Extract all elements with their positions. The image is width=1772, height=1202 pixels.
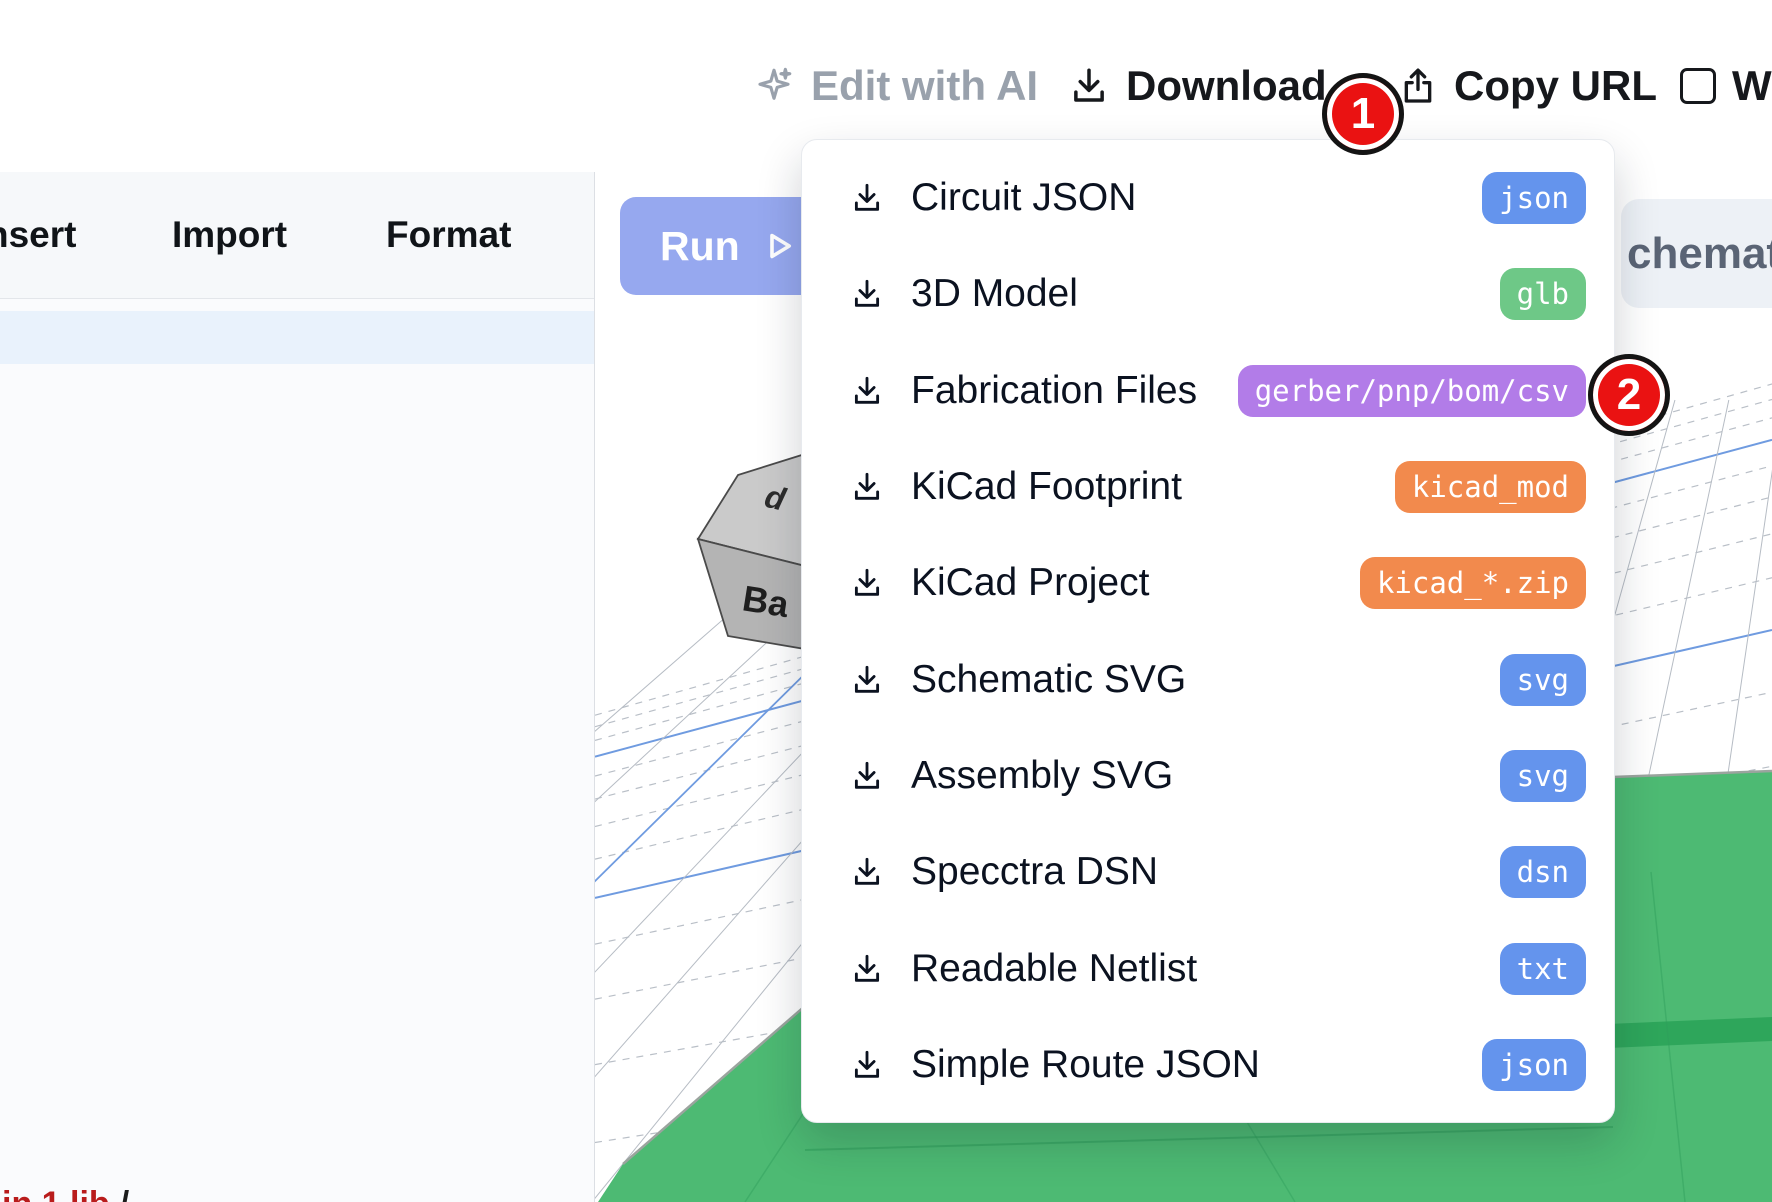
file-format-badge: dsn — [1500, 846, 1586, 898]
download-icon — [850, 855, 884, 889]
download-menu-item-fabrication-files[interactable]: Fabrication Files gerber/pnp/bom/csv — [802, 343, 1614, 439]
step-badge-2: 2 — [1588, 354, 1670, 436]
tab-schematic[interactable]: chemati — [1621, 199, 1772, 308]
code-editor-panel[interactable]: nsert Import Format in 1 lib/ — [0, 172, 595, 1202]
sparkle-icon — [753, 65, 795, 107]
file-format-badge: kicad_*.zip — [1360, 557, 1586, 609]
file-format-badge: json — [1482, 1039, 1586, 1091]
file-format-badge: txt — [1500, 943, 1586, 995]
download-menu-item-3d-model[interactable]: 3D Model glb — [802, 246, 1614, 342]
download-menu-item-label: Specctra DSN — [911, 850, 1158, 894]
file-format-badge: gerber/pnp/bom/csv — [1238, 365, 1586, 417]
download-dropdown-menu: Circuit JSON json 3D Model glb Fabricati… — [801, 139, 1615, 1123]
download-icon — [850, 759, 884, 793]
download-menu-item-specctra-dsn[interactable]: Specctra DSN dsn — [802, 824, 1614, 920]
file-format-badge: glb — [1500, 268, 1586, 320]
file-format-badge: kicad_mod — [1395, 461, 1586, 513]
webview-toggle[interactable]: We — [1680, 0, 1772, 172]
editor-highlighted-line[interactable] — [0, 311, 594, 364]
box-front-label: Ba — [740, 577, 793, 625]
download-icon — [850, 470, 884, 504]
download-icon — [850, 374, 884, 408]
menubar-item-insert[interactable]: nsert — [0, 172, 76, 298]
download-menu-item-label: Schematic SVG — [911, 658, 1186, 702]
download-menu-item-label: Readable Netlist — [911, 947, 1197, 991]
download-menu-item-kicad-footprint[interactable]: KiCad Footprint kicad_mod — [802, 439, 1614, 535]
play-icon — [760, 228, 796, 264]
edit-with-ai-label: Edit with AI — [811, 62, 1038, 110]
menubar-item-import[interactable]: Import — [172, 172, 287, 298]
download-menu-item-label: Simple Route JSON — [911, 1043, 1260, 1087]
download-menu-item-label: KiCad Project — [911, 561, 1149, 605]
share-icon — [1398, 66, 1438, 106]
download-icon — [850, 663, 884, 697]
run-label: Run — [660, 223, 740, 270]
download-menu-item-label: Fabrication Files — [911, 369, 1197, 413]
download-menu-item-label: Circuit JSON — [911, 176, 1136, 220]
download-menu-item-schematic-svg[interactable]: Schematic SVG svg — [802, 631, 1614, 727]
file-format-badge: svg — [1500, 654, 1586, 706]
download-icon — [850, 181, 884, 215]
download-menu-item-simple-route-json[interactable]: Simple Route JSON json — [802, 1017, 1614, 1113]
download-menu-item-readable-netlist[interactable]: Readable Netlist txt — [802, 920, 1614, 1016]
download-icon — [850, 1048, 884, 1082]
download-menu-item-label: KiCad Footprint — [911, 465, 1182, 509]
download-icon — [850, 566, 884, 600]
webview-checkbox[interactable] — [1680, 68, 1716, 104]
editor-error-text: in 1 lib/ — [2, 1185, 129, 1202]
download-menu-item-kicad-project[interactable]: KiCad Project kicad_*.zip — [802, 535, 1614, 631]
download-menu-item-label: Assembly SVG — [911, 754, 1173, 798]
download-icon — [850, 952, 884, 986]
copy-url-label: Copy URL — [1454, 62, 1657, 110]
editor-menubar: nsert Import Format — [0, 172, 594, 299]
step-badge-1: 1 — [1322, 73, 1404, 155]
download-label: Download — [1126, 62, 1327, 110]
file-format-badge: json — [1482, 172, 1586, 224]
download-menu-item-circuit-json[interactable]: Circuit JSON json — [802, 150, 1614, 246]
menubar-item-format[interactable]: Format — [386, 172, 511, 298]
download-menu-item-label: 3D Model — [911, 272, 1078, 316]
component-box: d Ba — [698, 454, 805, 649]
webview-label: We — [1732, 62, 1772, 110]
download-icon — [850, 277, 884, 311]
app-root: { "top_bar": { "edit_with_ai_label": "Ed… — [0, 0, 1772, 1202]
download-menu-item-assembly-svg[interactable]: Assembly SVG svg — [802, 728, 1614, 824]
file-format-badge: svg — [1500, 750, 1586, 802]
download-icon — [1068, 65, 1110, 107]
